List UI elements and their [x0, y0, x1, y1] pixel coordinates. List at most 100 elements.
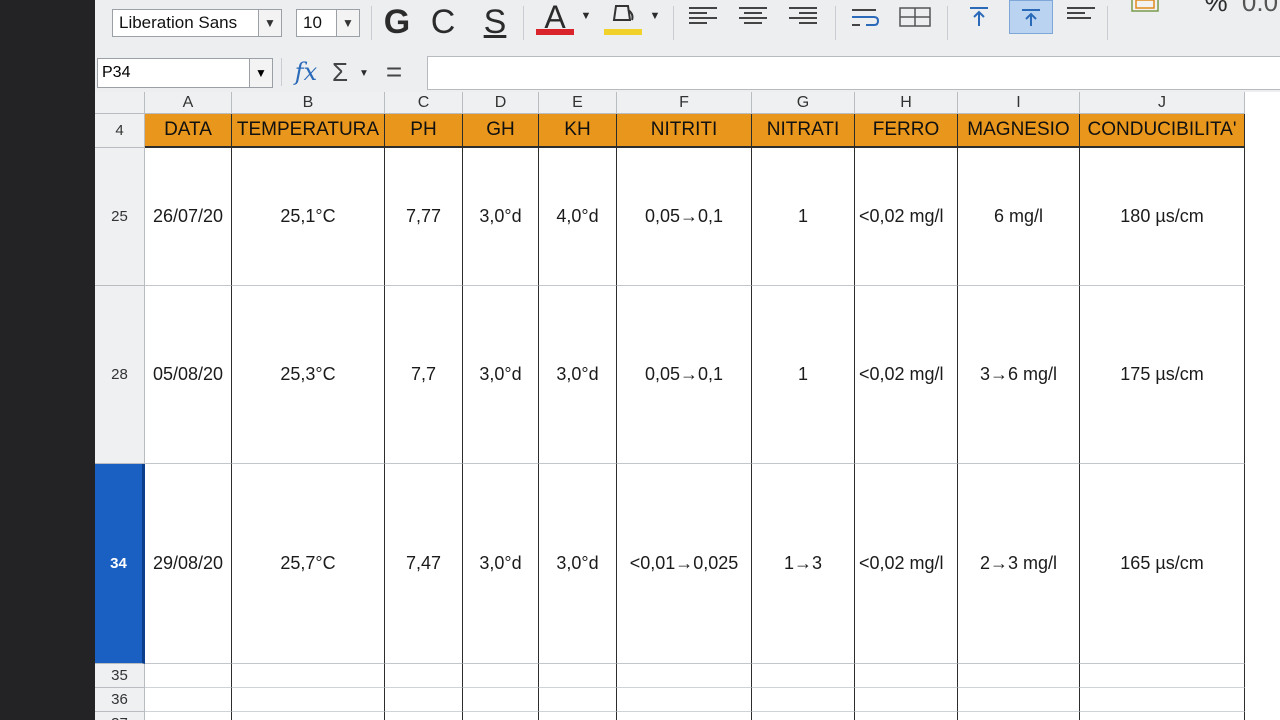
- spreadsheet-grid[interactable]: ABCDEFGHIJ 4 DATA TEMPERATURA PH GH KH NITRITI…: [95, 92, 1280, 720]
- empty-cell[interactable]: [752, 712, 855, 720]
- align-center-vertical-button[interactable]: [1009, 0, 1053, 34]
- empty-cell[interactable]: [232, 688, 385, 712]
- table-cell[interactable]: <0,02 mg/l: [855, 148, 958, 286]
- column-header-d[interactable]: D: [463, 92, 539, 114]
- header-cell[interactable]: TEMPERATURA: [232, 114, 385, 148]
- row-header[interactable]: 4: [95, 114, 145, 148]
- column-header-c[interactable]: C: [385, 92, 463, 114]
- italic-button[interactable]: C: [423, 2, 463, 42]
- column-header-h[interactable]: H: [855, 92, 958, 114]
- empty-cell[interactable]: [385, 664, 463, 688]
- select-all-corner[interactable]: [95, 92, 145, 114]
- table-cell[interactable]: 3,0°d: [539, 464, 617, 664]
- row-header[interactable]: 34: [95, 464, 145, 664]
- header-cell[interactable]: CONDUCIBILITA': [1080, 114, 1245, 148]
- empty-cell[interactable]: [463, 712, 539, 720]
- row-header[interactable]: 35: [95, 664, 145, 688]
- align-right-icon[interactable]: [789, 4, 819, 26]
- function-wizard-button[interactable]: fx: [291, 56, 321, 88]
- row-header[interactable]: 28: [95, 286, 145, 464]
- table-cell[interactable]: <0,02 mg/l: [855, 286, 958, 464]
- header-cell[interactable]: NITRITI: [617, 114, 752, 148]
- column-header-e[interactable]: E: [539, 92, 617, 114]
- empty-cell[interactable]: [539, 664, 617, 688]
- empty-cell[interactable]: [855, 688, 958, 712]
- empty-cell[interactable]: [539, 688, 617, 712]
- empty-cell[interactable]: [1080, 664, 1245, 688]
- align-bottom-icon[interactable]: [1067, 4, 1097, 26]
- empty-cell[interactable]: [463, 664, 539, 688]
- table-cell[interactable]: 1→3: [752, 464, 855, 664]
- chevron-down-icon[interactable]: ▼: [357, 58, 371, 88]
- table-cell[interactable]: 0,05→0,1: [617, 148, 752, 286]
- empty-cell[interactable]: [855, 712, 958, 720]
- table-cell[interactable]: 4,0°d: [539, 148, 617, 286]
- table-cell[interactable]: 25,1°C: [232, 148, 385, 286]
- table-cell[interactable]: 180 µs/cm: [1080, 148, 1245, 286]
- table-cell[interactable]: 2→3 mg/l: [958, 464, 1080, 664]
- header-cell[interactable]: KH: [539, 114, 617, 148]
- align-center-icon[interactable]: [739, 4, 769, 26]
- name-box[interactable]: P34 ▼: [97, 58, 273, 88]
- align-left-icon[interactable]: [689, 4, 719, 26]
- wrap-text-button[interactable]: [847, 2, 883, 32]
- merge-cells-button[interactable]: [897, 2, 933, 32]
- column-header-f[interactable]: F: [617, 92, 752, 114]
- bold-button[interactable]: G: [377, 2, 417, 42]
- table-cell[interactable]: 6 mg/l: [958, 148, 1080, 286]
- percent-format-button[interactable]: %: [1193, 0, 1239, 17]
- table-cell[interactable]: 7,47: [385, 464, 463, 664]
- empty-cell[interactable]: [752, 664, 855, 688]
- row-header[interactable]: 36: [95, 688, 145, 712]
- row-header[interactable]: 37: [95, 712, 145, 720]
- formula-input[interactable]: [427, 56, 1280, 90]
- font-name-box[interactable]: Liberation Sans ▼: [112, 9, 282, 37]
- empty-cell[interactable]: [232, 664, 385, 688]
- empty-cell[interactable]: [385, 712, 463, 720]
- chevron-down-icon[interactable]: ▼: [579, 6, 593, 26]
- column-header-i[interactable]: I: [958, 92, 1080, 114]
- empty-cell[interactable]: [232, 712, 385, 720]
- decimal-format-button[interactable]: 0.0: [1235, 0, 1280, 17]
- header-cell[interactable]: PH: [385, 114, 463, 148]
- column-header-a[interactable]: A: [145, 92, 232, 114]
- header-cell[interactable]: DATA: [145, 114, 232, 148]
- table-cell[interactable]: 26/07/20: [145, 148, 232, 286]
- table-cell[interactable]: 05/08/20: [145, 286, 232, 464]
- highlight-button[interactable]: [603, 0, 643, 30]
- empty-cell[interactable]: [617, 664, 752, 688]
- empty-cell[interactable]: [855, 664, 958, 688]
- formula-button[interactable]: =: [379, 56, 409, 88]
- column-header-b[interactable]: B: [232, 92, 385, 114]
- underline-button[interactable]: S: [475, 2, 515, 42]
- currency-format-button[interactable]: [1125, 0, 1165, 16]
- table-cell[interactable]: 165 µs/cm: [1080, 464, 1245, 664]
- empty-cell[interactable]: [958, 688, 1080, 712]
- table-cell[interactable]: 7,77: [385, 148, 463, 286]
- chevron-down-icon[interactable]: ▼: [648, 6, 662, 26]
- table-cell[interactable]: 3→6 mg/l: [958, 286, 1080, 464]
- empty-cell[interactable]: [752, 688, 855, 712]
- empty-cell[interactable]: [539, 712, 617, 720]
- table-cell[interactable]: <0,02 mg/l: [855, 464, 958, 664]
- empty-cell[interactable]: [958, 712, 1080, 720]
- header-cell[interactable]: NITRATI: [752, 114, 855, 148]
- empty-cell[interactable]: [145, 688, 232, 712]
- table-cell[interactable]: 175 µs/cm: [1080, 286, 1245, 464]
- empty-cell[interactable]: [145, 664, 232, 688]
- table-cell[interactable]: 3,0°d: [463, 464, 539, 664]
- font-size-box[interactable]: 10 ▼: [296, 9, 360, 37]
- empty-cell[interactable]: [617, 712, 752, 720]
- align-top-button[interactable]: [961, 2, 997, 32]
- table-cell[interactable]: 3,0°d: [539, 286, 617, 464]
- table-cell[interactable]: 3,0°d: [463, 148, 539, 286]
- header-cell[interactable]: GH: [463, 114, 539, 148]
- table-cell[interactable]: 25,7°C: [232, 464, 385, 664]
- chevron-down-icon[interactable]: ▼: [249, 59, 272, 87]
- table-cell[interactable]: 0,05→0,1: [617, 286, 752, 464]
- empty-cell[interactable]: [385, 688, 463, 712]
- table-cell[interactable]: 3,0°d: [463, 286, 539, 464]
- table-cell[interactable]: 25,3°C: [232, 286, 385, 464]
- table-cell[interactable]: 7,7: [385, 286, 463, 464]
- empty-cell[interactable]: [463, 688, 539, 712]
